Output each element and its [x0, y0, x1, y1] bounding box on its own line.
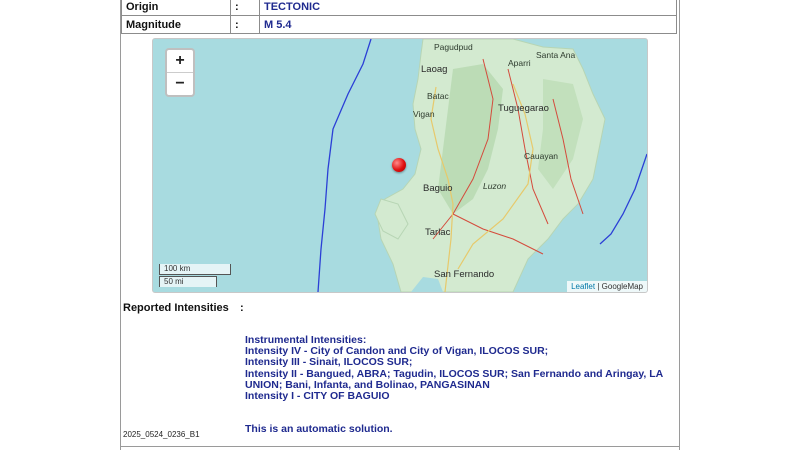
automatic-solution-note: This is an automatic solution. — [245, 423, 393, 435]
origin-row: Origin : TECTONIC — [121, 0, 677, 16]
intensity-iii: Intensity III - Sinait, ILOCOS SUR; — [245, 356, 413, 369]
place-tuguegarao: Tuguegarao — [498, 103, 549, 114]
place-batac: Batac — [427, 91, 449, 101]
place-cauayan: Cauayan — [524, 151, 559, 161]
attribution-provider: GoogleMap — [601, 282, 643, 291]
bottom-border — [121, 446, 679, 447]
origin-colon: : — [230, 0, 260, 16]
magnitude-label: Magnitude — [121, 15, 231, 34]
east-luzon-trough-line — [599, 153, 647, 245]
event-id: 2025_0524_0236_B1 — [123, 430, 200, 439]
place-luzon: Luzon — [483, 181, 507, 191]
leaflet-link[interactable]: Leaflet — [571, 282, 595, 291]
intensity-ii: Intensity II - Bangued, ABRA; Tagudin, I… — [245, 367, 663, 391]
reported-intensities-label: Reported Intensities — [123, 302, 229, 314]
origin-label: Origin — [121, 0, 231, 16]
place-baguio: Baguio — [423, 183, 453, 194]
epicenter-marker[interactable] — [392, 158, 406, 172]
epicenter-map[interactable]: + − Pagudpud Santa Ana Aparri Laoag Bata… — [152, 38, 648, 293]
map-attribution: Leaflet | GoogleMap — [567, 281, 647, 292]
place-pagudpud: Pagudpud — [434, 42, 473, 52]
origin-value: TECTONIC — [259, 0, 677, 16]
zoom-out-button[interactable]: − — [167, 73, 193, 95]
place-san-fernando: San Fernando — [434, 269, 495, 280]
place-santa-ana: Santa Ana — [536, 50, 576, 60]
place-tarlac: Tarlac — [425, 227, 451, 238]
intensity-i: Intensity I - CITY OF BAGUIO — [245, 390, 390, 403]
event-info-table: Origin : TECTONIC Magnitude : M 5.4 — [121, 0, 677, 34]
scale-bar-mi: 50 mi — [159, 276, 217, 287]
place-laoag: Laoag — [421, 64, 448, 75]
reported-intensities-colon: : — [240, 302, 244, 314]
place-vigan: Vigan — [413, 109, 435, 119]
manila-trench-line — [317, 39, 372, 292]
zoom-in-button[interactable]: + — [167, 50, 193, 73]
magnitude-row: Magnitude : M 5.4 — [121, 15, 677, 34]
place-aparri: Aparri — [508, 58, 531, 68]
magnitude-colon: : — [230, 15, 260, 34]
zoom-control: + − — [165, 48, 195, 97]
magnitude-value: M 5.4 — [259, 15, 677, 34]
intensity-list: Instrumental Intensities: Intensity IV -… — [245, 334, 675, 403]
scale-bar-km: 100 km — [159, 264, 231, 275]
